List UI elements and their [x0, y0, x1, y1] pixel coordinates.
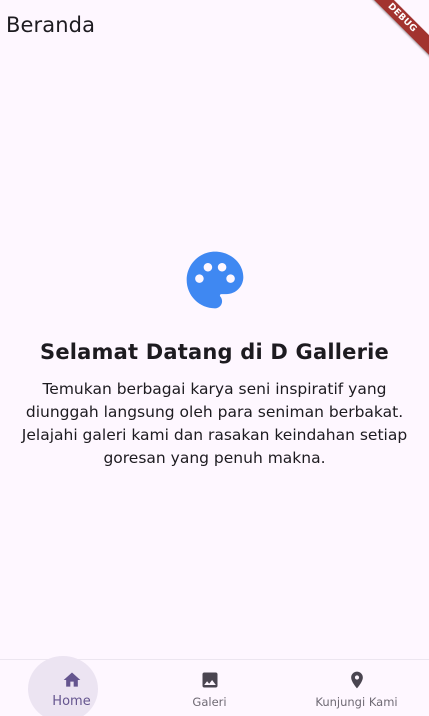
nav-label-home: Home	[52, 694, 91, 709]
welcome-title: Selamat Datang di D Gallerie	[40, 340, 389, 364]
nav-item-home[interactable]: Home	[0, 656, 143, 716]
nav-item-galeri[interactable]: Galeri	[138, 660, 281, 716]
nav-item-kunjungi-kami[interactable]: Kunjungi Kami	[285, 660, 428, 716]
page-title: Beranda	[6, 13, 96, 37]
nav-label-kunjungi-kami: Kunjungi Kami	[315, 695, 398, 709]
image-icon	[202, 672, 217, 688]
nav-label-galeri: Galeri	[192, 695, 227, 709]
home-icon	[63, 672, 80, 687]
debug-banner-label: DEBUG	[359, 0, 429, 62]
debug-banner: DEBUG	[359, 0, 429, 70]
app-screen: Beranda DEBUG Selamat Datang di D Galler…	[0, 0, 429, 716]
bottom-navigation-bar: Home Galeri Kunjungi Kami	[0, 656, 429, 716]
welcome-description: Temukan berbagai karya seni inspiratif y…	[21, 380, 408, 467]
palette-icon	[186, 251, 243, 309]
location-pin-icon	[350, 671, 363, 689]
welcome-section: Selamat Datang di D Gallerie Temukan ber…	[0, 240, 429, 470]
